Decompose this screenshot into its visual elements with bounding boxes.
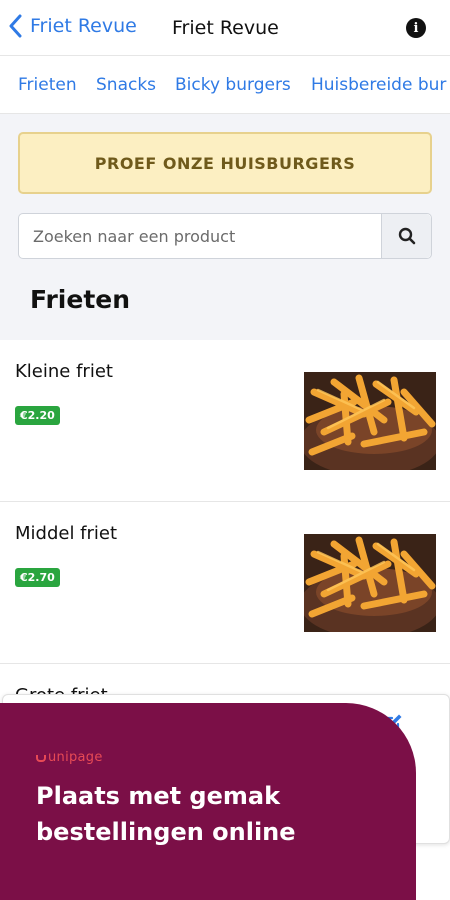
promo-banner-button[interactable]: PROEF ONZE HUISBURGERS — [18, 132, 432, 194]
search-button[interactable] — [381, 214, 431, 258]
page-title: Friet Revue — [172, 17, 279, 39]
product-item[interactable]: Kleine friet €2.20 — [0, 340, 450, 502]
category-tabs: Frieten Snacks Bicky burgers Huisbereide… — [0, 56, 450, 114]
fries-image — [304, 534, 436, 632]
price-badge: €2.70 — [15, 568, 60, 587]
product-name: Middel friet — [15, 523, 118, 544]
section-title: Frieten — [30, 285, 131, 314]
promo-headline-line2: bestellingen online — [36, 818, 296, 846]
back-button[interactable]: Friet Revue — [8, 14, 137, 38]
brand-name: unipage — [48, 750, 103, 765]
promo-headline: Plaats met gemak bestellingen online — [36, 778, 396, 850]
brand-mark-icon — [36, 755, 46, 762]
top-nav-bar: Friet Revue Friet Revue i — [0, 0, 450, 56]
tab-frieten[interactable]: Frieten — [18, 75, 77, 95]
tab-huisbereide-burgers[interactable]: Huisbereide bur — [311, 75, 446, 95]
fries-image — [304, 372, 436, 470]
back-label: Friet Revue — [30, 15, 137, 37]
product-item[interactable]: Middel friet €2.70 — [0, 502, 450, 664]
search-bar — [18, 213, 432, 259]
chevron-left-icon — [9, 14, 22, 38]
search-input[interactable] — [19, 214, 383, 258]
search-icon — [398, 227, 415, 245]
tab-bicky-burgers[interactable]: Bicky burgers — [175, 75, 291, 95]
promo-headline-line1: Plaats met gemak — [36, 782, 281, 810]
info-icon[interactable]: i — [406, 18, 426, 38]
tab-snacks[interactable]: Snacks — [96, 75, 156, 95]
brand-logo: unipage — [36, 750, 103, 765]
product-name: Kleine friet — [15, 361, 113, 382]
price-badge: €2.20 — [15, 406, 60, 425]
